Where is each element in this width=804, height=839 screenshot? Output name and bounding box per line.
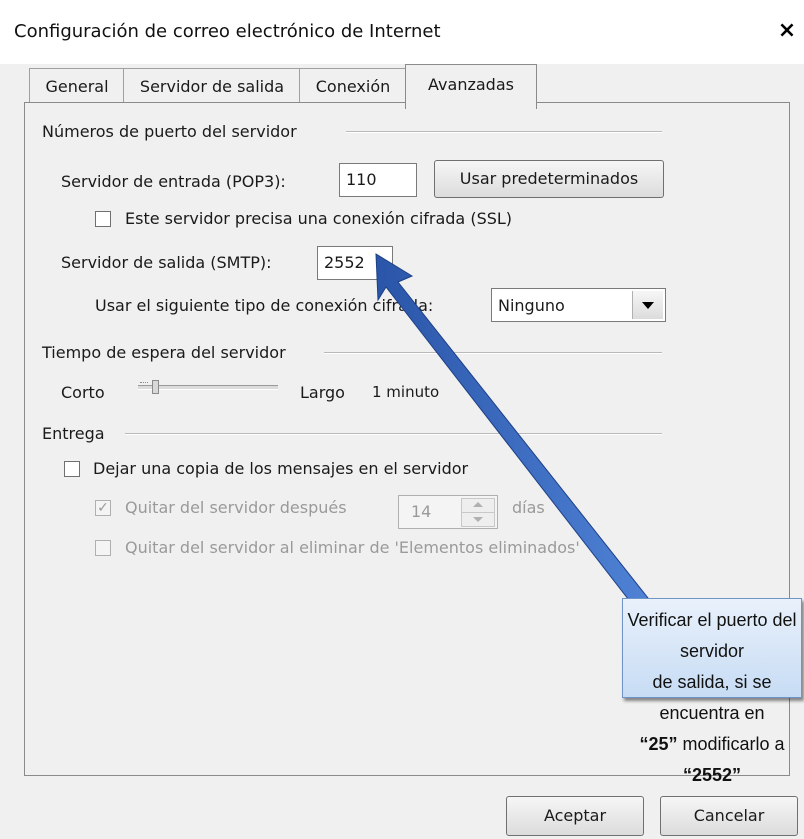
ok-button[interactable]: Aceptar [506, 796, 644, 836]
tab-advanced[interactable]: Avanzadas [405, 64, 537, 109]
callout-line-2: de salida, si se encuentra en [652, 672, 772, 723]
callout-line-1: Verificar el puerto del servidor [627, 610, 797, 661]
callout-new-value: “2552” [682, 765, 742, 785]
cancel-button[interactable]: Cancelar [660, 796, 798, 836]
callout-line-3: “25” modificarlo a “2552” [623, 729, 801, 791]
callout-old-value: “25” [639, 734, 678, 754]
callout-middle: modificarlo a [682, 734, 785, 754]
annotation-callout: Verificar el puerto del servidor de sali… [622, 598, 802, 785]
